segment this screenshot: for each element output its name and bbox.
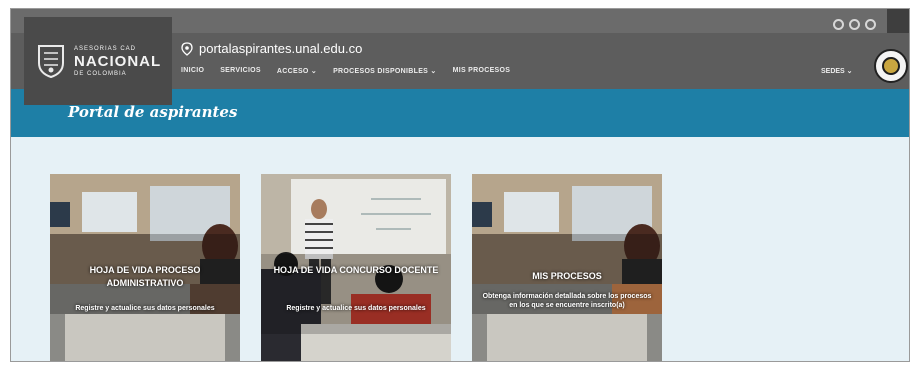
university-logo[interactable]: ASESORIAS CAD NACIONAL DE COLOMBIA [24, 17, 172, 105]
site-url[interactable]: portalaspirantes.unal.edu.co [181, 41, 362, 56]
social-icon[interactable] [833, 19, 844, 30]
logo-line-2: NACIONAL [74, 52, 162, 70]
classroom-image [472, 174, 662, 361]
logo-line-3: DE COLOMBIA [74, 70, 127, 77]
chevron-icon[interactable] [887, 9, 909, 33]
main-nav: INICIO SERVICIOS ACCESO ⌄ PROCESOS DISPO… [181, 67, 510, 75]
card-hoja-vida-docente[interactable]: HOJA DE VIDA CONCURSO DOCENTE Registre y… [261, 174, 451, 361]
nav-servicios[interactable]: SERVICIOS [220, 67, 261, 75]
card-mis-procesos[interactable]: MIS PROCESOS Obtenga información detalla… [472, 174, 662, 361]
nav-procesos-disponibles[interactable]: PROCESOS DISPONIBLES ⌄ [333, 67, 436, 75]
nav-acceso[interactable]: ACCESO ⌄ [277, 67, 317, 75]
colombia-seal-icon[interactable] [874, 49, 908, 83]
card-description: Registre y actualice sus datos personale… [286, 305, 426, 312]
location-pin-icon [181, 41, 193, 56]
page-title: Portal de aspirantes [68, 103, 238, 121]
social-links [833, 19, 876, 30]
card-description: Obtenga información detallada sobre los … [482, 293, 652, 309]
card-title: HOJA DE VIDA CONCURSO DOCENTE [273, 265, 439, 275]
card-description: Registre y actualice sus datos personale… [75, 305, 215, 312]
card-title: MIS PROCESOS [532, 271, 602, 281]
nav-mis-procesos[interactable]: MIS PROCESOS [453, 67, 511, 75]
card-title: HOJA DE VIDA PROCESO ADMINISTRATIVO [89, 265, 201, 288]
social-icon[interactable] [865, 19, 876, 30]
logo-line-1: ASESORIAS CAD [74, 45, 137, 52]
nav-sedes[interactable]: SEDES ⌄ [821, 67, 853, 75]
nav-inicio[interactable]: INICIO [181, 67, 204, 75]
shield-icon [36, 43, 66, 79]
social-icon[interactable] [849, 19, 860, 30]
url-text: portalaspirantes.unal.edu.co [199, 41, 363, 56]
browser-frame: ASESORIAS CAD NACIONAL DE COLOMBIA porta… [10, 8, 910, 362]
card-hoja-vida-administrativo[interactable]: HOJA DE VIDA PROCESO ADMINISTRATIVO Regi… [50, 174, 240, 361]
